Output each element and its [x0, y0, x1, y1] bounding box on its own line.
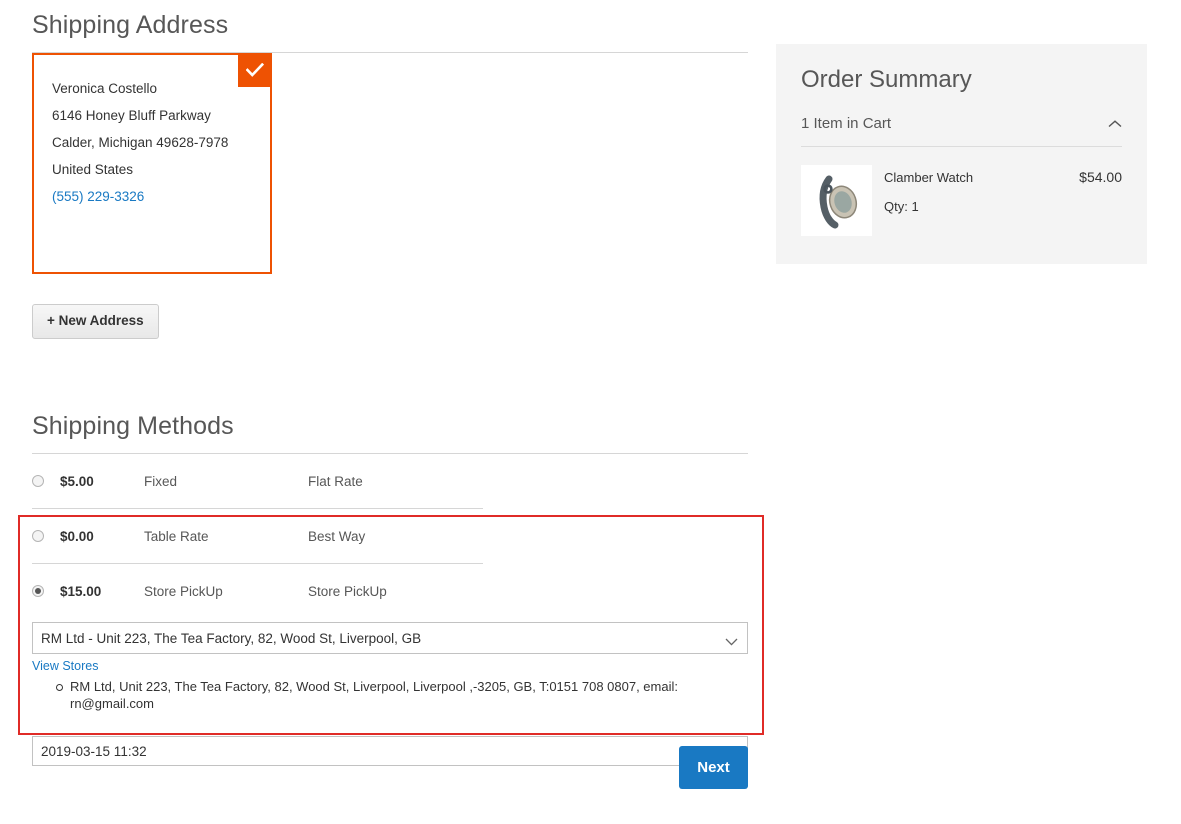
shipping-method-price: $15.00 — [60, 583, 102, 599]
shipping-method-radio-flat-rate[interactable] — [32, 474, 44, 487]
order-summary-column: Order Summary 1 Item in Cart Clamber Wat… — [776, 44, 1147, 264]
cart-items-toggle[interactable]: 1 Item in Cart — [801, 115, 1122, 147]
shipping-method-carrier: Fixed — [144, 473, 178, 489]
new-address-button[interactable]: + New Address — [32, 304, 159, 340]
address-street: 6146 Honey Bluff Parkway — [52, 108, 211, 123]
check-icon — [238, 53, 272, 87]
cart-items-count: 1 Item in Cart — [801, 115, 892, 133]
shipping-method-price: $5.00 — [60, 473, 94, 489]
shipping-method-carrier: Store PickUp — [144, 583, 223, 599]
address-card-selected[interactable]: Veronica Costello 6146 Honey Bluff Parkw… — [32, 53, 272, 274]
cart-item-name: Clamber Watch — [884, 169, 974, 185]
radio-cell — [32, 527, 60, 545]
cart-item-qty: Qty: 1 — [884, 198, 919, 214]
store-select-wrapper: RM Ltd - Unit 223, The Tea Factory, 82, … — [32, 622, 748, 655]
shipping-method-carrier: Table Rate — [144, 528, 209, 544]
address-name: Veronica Costello — [52, 81, 158, 96]
address-city-state-zip: Calder, Michigan 49628-7978 — [52, 135, 229, 150]
address-phone[interactable]: (555) 229-3326 — [52, 183, 252, 210]
cart-item-info: Clamber Watch Qty: 1 — [872, 165, 1079, 214]
shipping-method-name: Store PickUp — [308, 583, 387, 599]
shipping-method-name: Best Way — [308, 528, 366, 544]
order-summary-title: Order Summary — [801, 66, 972, 93]
address-country: United States — [52, 162, 134, 177]
watch-product-image — [801, 164, 872, 236]
shipping-method-radio-best-way[interactable] — [32, 529, 44, 542]
next-button[interactable]: Next — [679, 746, 748, 789]
shipping-method-price: $0.00 — [60, 528, 94, 544]
radio-cell — [32, 472, 60, 490]
shipping-method-row[interactable]: $0.00 Table Rate Best Way — [32, 509, 748, 563]
checkout-shipping-page: Shipping Address Veronica Costello 6146 … — [0, 0, 1181, 824]
order-summary-panel: Order Summary 1 Item in Cart Clamber Wat… — [776, 44, 1147, 264]
view-stores-link[interactable]: View Stores — [32, 659, 98, 673]
shipping-method-row[interactable]: $15.00 Store PickUp Store PickUp — [32, 564, 748, 618]
chevron-up-icon — [1108, 115, 1122, 133]
store-details-list: RM Ltd, Unit 223, The Tea Factory, 82, W… — [32, 678, 748, 712]
checkout-main-column: Shipping Address Veronica Costello 6146 … — [32, 0, 748, 767]
list-item: Clamber Watch Qty: 1 $54.00 — [801, 164, 1122, 236]
page-title-shipping-address: Shipping Address — [32, 11, 229, 39]
list-item: RM Ltd, Unit 223, The Tea Factory, 82, W… — [56, 678, 710, 712]
cart-item-price: $54.00 — [1079, 168, 1122, 185]
radio-cell — [32, 582, 60, 600]
address-list: Veronica Costello 6146 Honey Bluff Parkw… — [32, 53, 748, 274]
shipping-method-radio-store-pickup[interactable] — [32, 584, 44, 597]
pickup-datetime-input[interactable] — [32, 736, 748, 767]
store-select[interactable]: RM Ltd - Unit 223, The Tea Factory, 82, … — [32, 622, 748, 655]
shipping-method-row[interactable]: $5.00 Fixed Flat Rate — [32, 454, 748, 508]
shipping-method-name: Flat Rate — [308, 473, 363, 489]
store-pickup-details: RM Ltd - Unit 223, The Tea Factory, 82, … — [32, 622, 748, 767]
page-title-shipping-methods: Shipping Methods — [32, 412, 234, 441]
shipping-methods-section: Shipping Methods $5.00 Fixed Flat Rate $… — [32, 401, 748, 767]
